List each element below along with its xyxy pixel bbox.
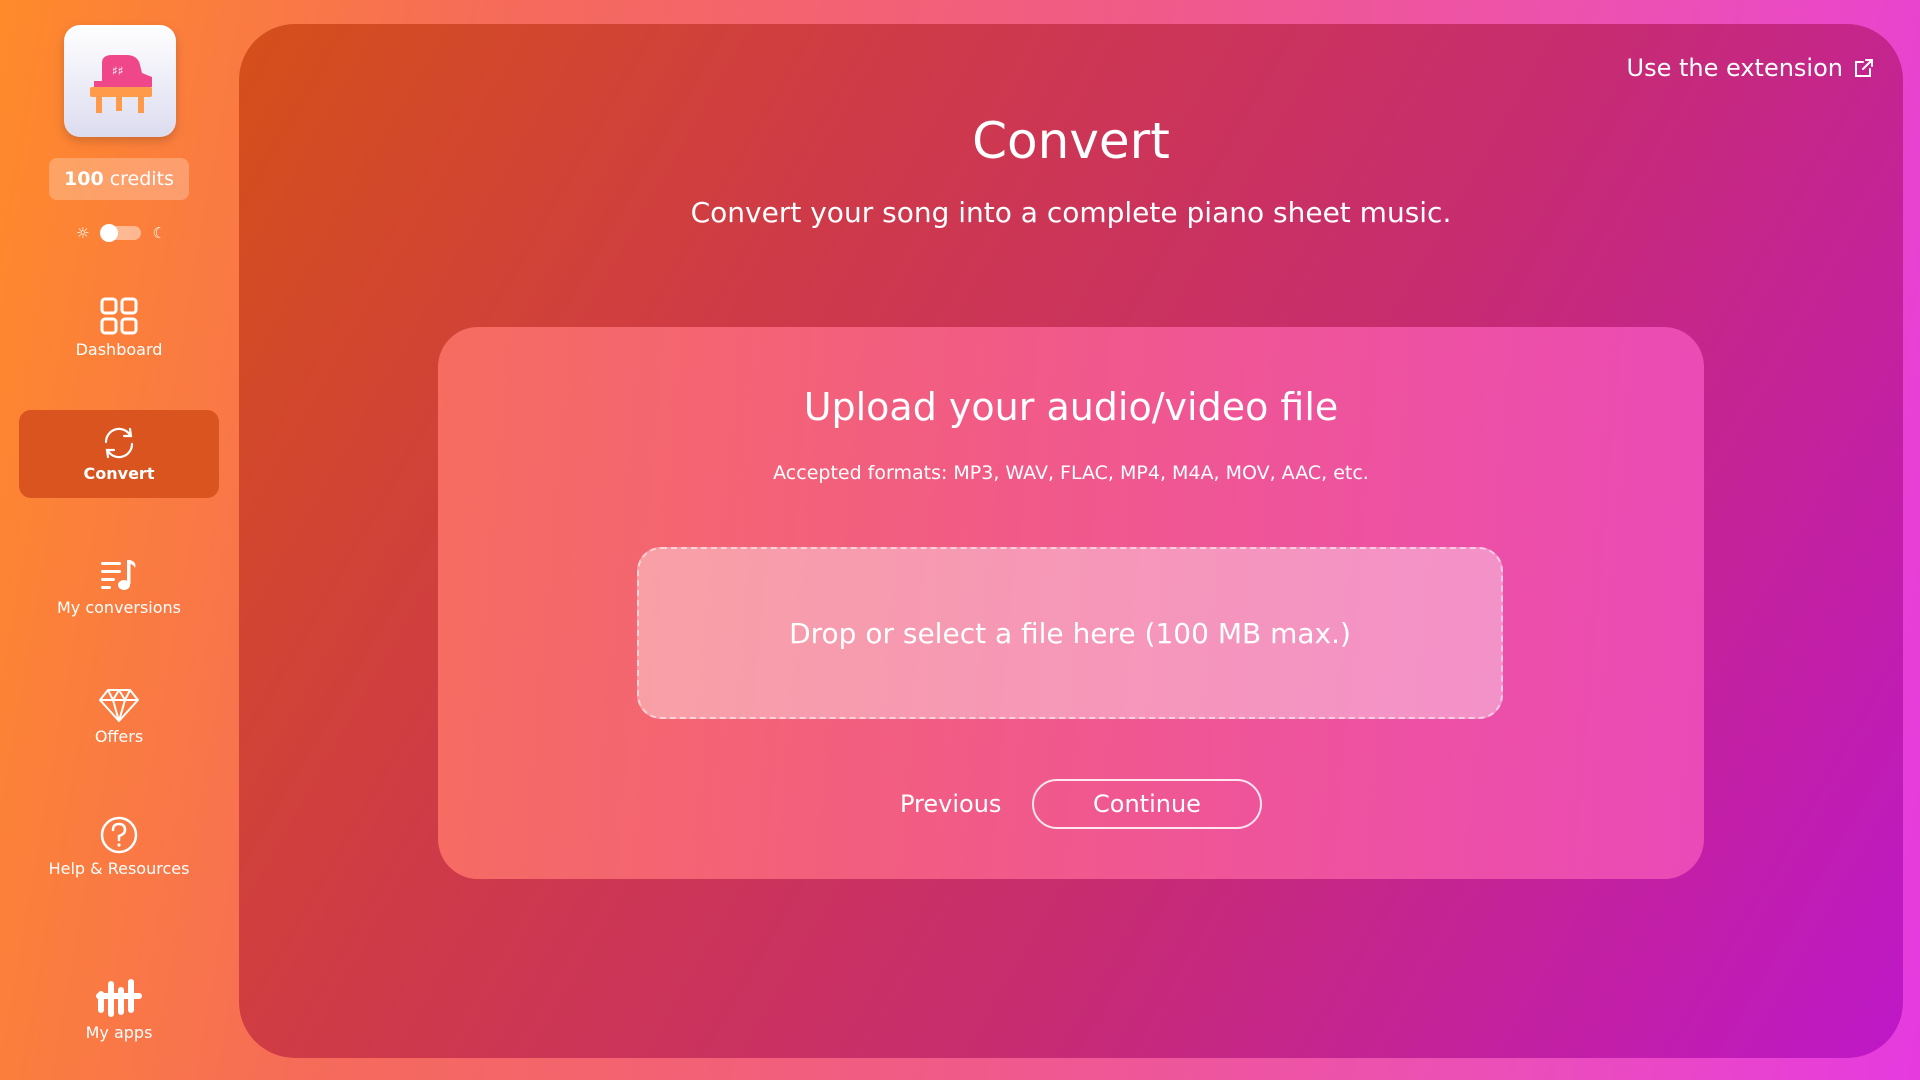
nav-item-dashboard[interactable]: Dashboard bbox=[19, 283, 219, 371]
nav-item-help[interactable]: Help & Resources bbox=[19, 802, 219, 890]
dropzone-label: Drop or select a file here (100 MB max.) bbox=[789, 616, 1351, 650]
accepted-formats: Accepted formats: MP3, WAV, FLAC, MP4, M… bbox=[773, 462, 1369, 484]
refresh-icon bbox=[104, 427, 134, 458]
piano-logo-icon: ♯♯ bbox=[90, 55, 152, 113]
continue-button[interactable]: Continue bbox=[1032, 779, 1262, 829]
nav-label-dashboard: Dashboard bbox=[75, 339, 163, 359]
nav-label-convert: Convert bbox=[83, 463, 155, 483]
nav-item-convert[interactable]: Convert bbox=[19, 410, 219, 498]
sun-icon: ☼ bbox=[76, 224, 90, 242]
nav-item-offers[interactable]: Offers bbox=[19, 672, 219, 760]
app-logo[interactable]: ♯♯ bbox=[64, 25, 176, 137]
question-icon bbox=[100, 816, 138, 853]
apps-logo-icon bbox=[96, 978, 142, 1017]
page-title: Convert bbox=[972, 112, 1170, 170]
nav-label-my-conversions: My conversions bbox=[56, 597, 182, 617]
nav-item-my-conversions[interactable]: My conversions bbox=[19, 543, 219, 631]
external-link-icon bbox=[1855, 59, 1873, 77]
continue-label: Continue bbox=[1093, 790, 1201, 818]
credits-badge[interactable]: 100 credits bbox=[49, 158, 189, 200]
page-subtitle: Convert your song into a complete piano … bbox=[690, 196, 1452, 229]
credits-label: credits bbox=[109, 168, 174, 190]
nav-item-my-apps[interactable]: My apps bbox=[19, 965, 219, 1053]
nav-label-my-apps: My apps bbox=[85, 1022, 153, 1042]
nav-label-offers: Offers bbox=[94, 726, 144, 746]
theme-toggle-track[interactable] bbox=[100, 224, 141, 242]
file-dropzone[interactable]: Drop or select a file here (100 MB max.) bbox=[637, 547, 1503, 719]
theme-toggle-knob bbox=[100, 224, 118, 242]
use-extension-link[interactable]: Use the extension bbox=[1627, 54, 1875, 82]
upload-title: Upload your audio/video file bbox=[803, 385, 1339, 429]
diamond-icon bbox=[99, 688, 139, 722]
music-list-icon bbox=[101, 559, 136, 590]
sidebar: ♯♯ 100 credits ☼ ☾ Dashboard Convert My … bbox=[0, 0, 238, 1080]
main-panel: Use the extension Convert Convert your s… bbox=[239, 24, 1903, 1058]
nav-label-help: Help & Resources bbox=[48, 858, 190, 878]
credits-amount: 100 bbox=[64, 168, 104, 190]
upload-card: Upload your audio/video file Accepted fo… bbox=[438, 327, 1704, 879]
use-extension-label: Use the extension bbox=[1626, 54, 1843, 82]
grid-icon bbox=[100, 297, 138, 334]
previous-button[interactable]: Previous bbox=[900, 790, 1001, 818]
svg-text:♯♯: ♯♯ bbox=[112, 64, 124, 78]
moon-icon: ☾ bbox=[152, 224, 166, 242]
theme-toggle[interactable]: ☼ ☾ bbox=[76, 222, 166, 244]
